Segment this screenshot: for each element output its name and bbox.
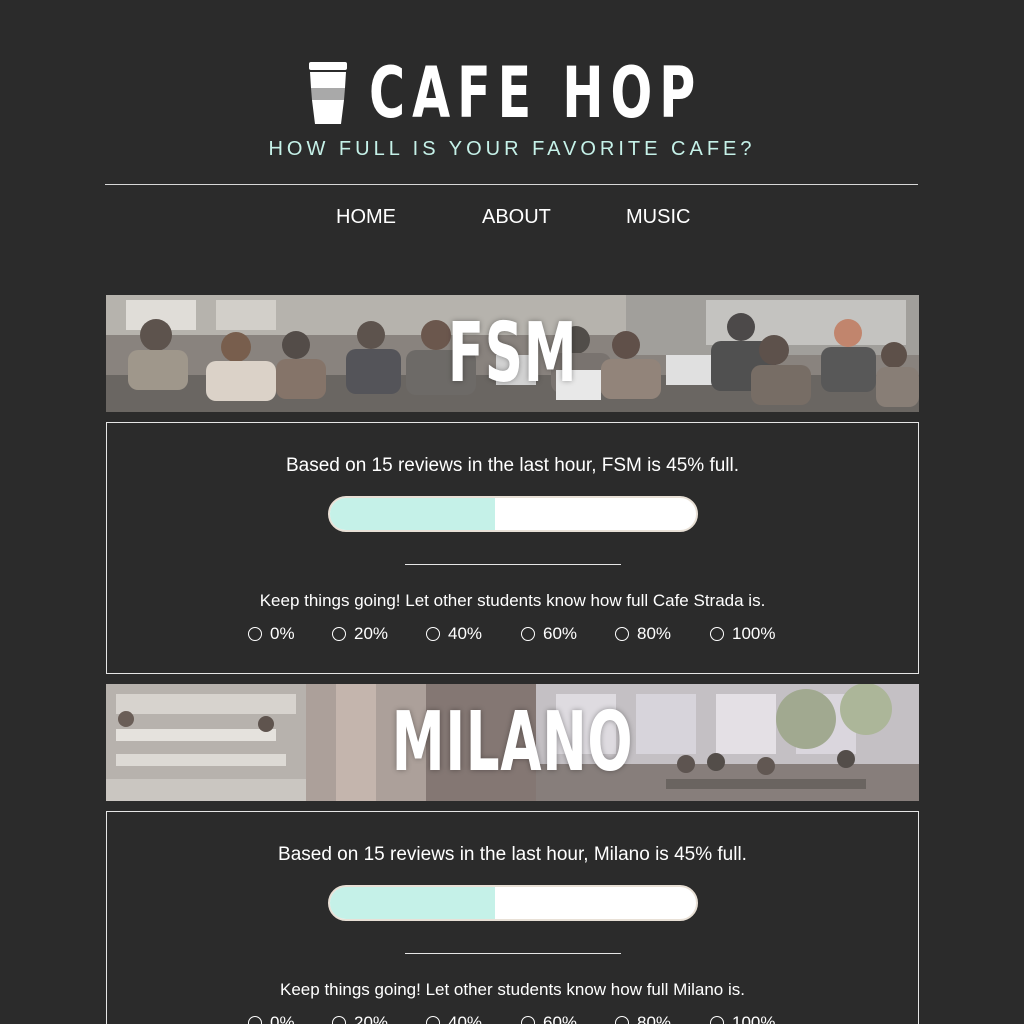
rating-option-label: 100%: [732, 624, 776, 643]
cafe-name: MILANO: [391, 695, 634, 790]
fullness-summary: Based on 15 reviews in the last hour, FS…: [285, 455, 740, 476]
rating-option-label: 80%: [637, 1013, 672, 1024]
radio-button[interactable]: [426, 1016, 440, 1024]
page: CAFE HOP HOW FULL IS YOUR FAVORITE CAFE?…: [0, 0, 1024, 1024]
section-divider: [405, 564, 621, 565]
cafe-panel-fsm: Based on 15 reviews in the last hour, FS…: [106, 422, 919, 674]
rating-option-40[interactable]: 40%: [426, 1013, 482, 1024]
cafe-name: FSM: [447, 306, 578, 401]
rating-option-60[interactable]: 60%: [521, 1013, 577, 1024]
fullness-progress-bar: [328, 885, 698, 921]
rating-option-40[interactable]: 40%: [426, 624, 482, 644]
radio-button[interactable]: [615, 1016, 629, 1024]
rating-option-20[interactable]: 20%: [332, 624, 388, 644]
radio-button[interactable]: [248, 1016, 262, 1024]
radio-button[interactable]: [332, 627, 346, 641]
rating-option-label: 20%: [354, 1013, 389, 1024]
rating-options: 0% 20% 40% 60% 80% 100%: [107, 624, 918, 646]
fullness-progress-bar: [328, 496, 698, 532]
rating-option-100[interactable]: 100%: [710, 624, 775, 644]
radio-button[interactable]: [521, 627, 535, 641]
rating-option-100[interactable]: 100%: [710, 1013, 775, 1024]
nav-home[interactable]: HOME: [336, 206, 396, 229]
rating-option-80[interactable]: 80%: [615, 1013, 671, 1024]
radio-button[interactable]: [710, 627, 724, 641]
radio-button[interactable]: [332, 1016, 346, 1024]
section-divider: [405, 953, 621, 954]
radio-button[interactable]: [710, 1016, 724, 1024]
review-prompt: Keep things going! Let other students kn…: [280, 980, 745, 999]
rating-option-label: 0%: [270, 624, 295, 643]
rating-option-20[interactable]: 20%: [332, 1013, 388, 1024]
brand-title: CAFE HOP: [369, 52, 703, 134]
rating-option-label: 20%: [354, 624, 389, 643]
radio-button[interactable]: [615, 627, 629, 641]
radio-button[interactable]: [248, 627, 262, 641]
fullness-summary: Based on 15 reviews in the last hour, Mi…: [278, 844, 747, 865]
cafe-panel-milano: Based on 15 reviews in the last hour, Mi…: [106, 811, 919, 1024]
review-prompt: Keep things going! Let other students kn…: [259, 591, 766, 610]
rating-option-60[interactable]: 60%: [521, 624, 577, 644]
rating-option-label: 80%: [637, 624, 672, 643]
logo[interactable]: CAFE HOP: [0, 58, 1024, 128]
cafe-banner-fsm[interactable]: FSM: [106, 295, 919, 412]
tagline: HOW FULL IS YOUR FAVORITE CAFE?: [268, 138, 756, 160]
rating-option-label: 60%: [543, 624, 578, 643]
rating-option-0[interactable]: 0%: [248, 1013, 295, 1024]
cafe-banner-milano[interactable]: MILANO: [106, 684, 919, 801]
coffee-cup-icon: [307, 60, 349, 126]
rating-option-label: 100%: [732, 1013, 776, 1024]
nav-about[interactable]: ABOUT: [482, 206, 551, 229]
header-divider: [105, 184, 918, 185]
rating-option-label: 60%: [543, 1013, 578, 1024]
nav-music[interactable]: MUSIC: [626, 206, 690, 229]
rating-option-label: 40%: [448, 624, 483, 643]
rating-option-80[interactable]: 80%: [615, 624, 671, 644]
fullness-progress-fill: [330, 887, 495, 919]
radio-button[interactable]: [426, 627, 440, 641]
rating-options: 0% 20% 40% 60% 80% 100%: [107, 1013, 918, 1024]
main-nav: HOME ABOUT MUSIC: [0, 206, 1024, 236]
rating-option-0[interactable]: 0%: [248, 624, 295, 644]
rating-option-label: 40%: [448, 1013, 483, 1024]
radio-button[interactable]: [521, 1016, 535, 1024]
fullness-progress-fill: [330, 498, 495, 530]
rating-option-label: 0%: [270, 1013, 295, 1024]
